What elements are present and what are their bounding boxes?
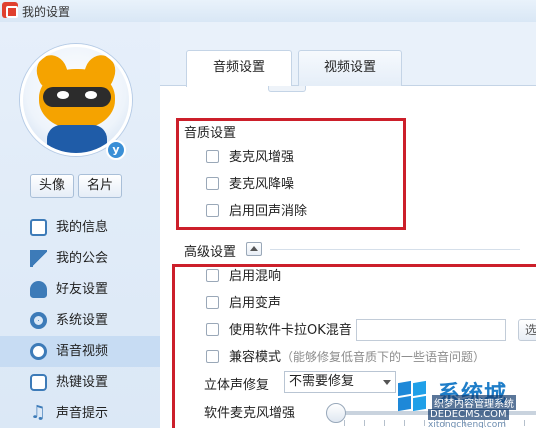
title-bar: 我的设置 <box>0 0 536 22</box>
sidebar-nav: 我的信息 我的公会 好友设置 系统设置 语音视频 热键设置 声音提示 <box>0 212 160 428</box>
left-panel: y 头像 名片 我的信息 我的公会 好友设置 系统设置 语音视频 热键设置 ♫ … <box>0 22 160 428</box>
watermark-line3: xitongcheng.com <box>428 420 506 428</box>
sidebar-item-label: 我的信息 <box>56 220 109 235</box>
card-button[interactable]: 名片 <box>78 174 122 198</box>
watermark-line1: 织梦内容管理系统 <box>432 395 516 410</box>
sidebar-item-voice-video[interactable]: 语音视频 <box>0 336 160 367</box>
info-card-icon <box>30 219 47 236</box>
sidebar-item-system-settings[interactable]: 系统设置 <box>0 305 160 336</box>
sidebar-item-label: 语音视频 <box>56 344 109 359</box>
avatar-button[interactable]: 头像 <box>30 174 74 198</box>
sidebar-item-label: 好友设置 <box>56 282 109 297</box>
sidebar-item-label: 我的公会 <box>56 251 109 266</box>
sidebar-item-friend-settings[interactable]: 好友设置 <box>0 274 160 305</box>
watermark: 系统城 织梦内容管理系统 DEDECMS.COM xitongcheng.com <box>398 376 536 428</box>
avatar-mask <box>43 87 111 107</box>
section-divider <box>270 249 520 250</box>
avatar-eye-right <box>85 91 97 99</box>
avatar-body <box>47 125 107 153</box>
tab-bar: 音频设置 视频设置 <box>160 22 536 87</box>
tab-video-settings[interactable]: 视频设置 <box>298 50 402 86</box>
yy-badge-icon: y <box>106 140 126 160</box>
friend-icon <box>30 281 47 298</box>
sidebar-item-label: 系统设置 <box>56 313 109 328</box>
app-icon <box>2 2 18 18</box>
gear-icon <box>30 312 47 329</box>
watermark-line2: DEDECMS.COM <box>428 409 509 420</box>
sidebar-item-my-guild[interactable]: 我的公会 <box>0 243 160 274</box>
scroll-handle[interactable] <box>268 86 306 92</box>
keyboard-icon <box>30 374 47 391</box>
tab-audio-settings[interactable]: 音频设置 <box>186 50 292 87</box>
music-note-icon <box>30 397 46 428</box>
flag-icon <box>30 250 47 267</box>
windows-logo-icon <box>398 380 428 412</box>
sidebar-item-hotkey-settings[interactable]: 热键设置 <box>0 367 160 398</box>
section-title-advanced: 高级设置 <box>184 245 237 260</box>
highlight-frame-quality <box>176 118 406 230</box>
speaker-icon <box>30 343 47 360</box>
sidebar-item-label: 热键设置 <box>56 375 109 390</box>
sidebar-item-label: 声音提示 <box>56 406 109 421</box>
sidebar-item-my-info[interactable]: 我的信息 <box>0 212 160 243</box>
window-title: 我的设置 <box>22 5 71 19</box>
avatar-eye-left <box>57 91 69 99</box>
sidebar-item-sound-prompts[interactable]: 声音提示 <box>0 397 160 428</box>
collapse-button[interactable] <box>246 242 262 256</box>
